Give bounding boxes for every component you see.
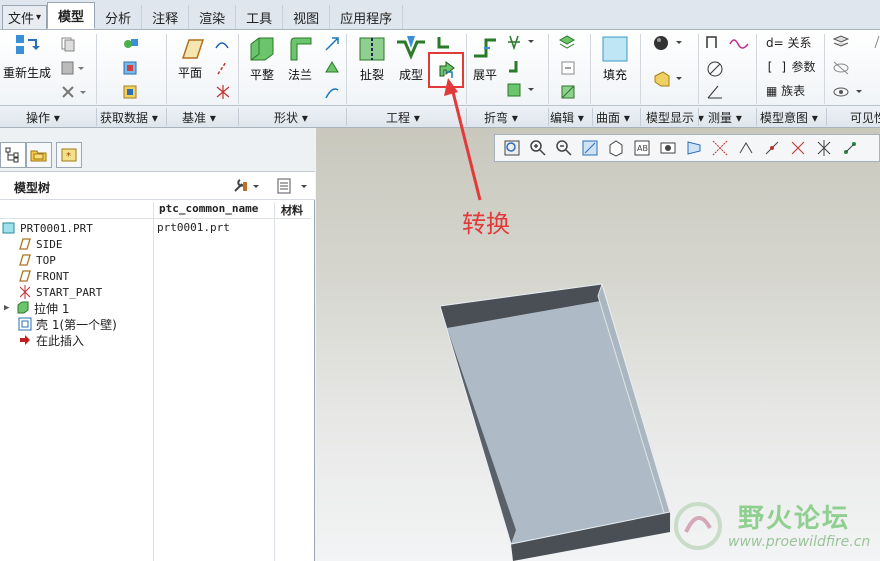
annotation-arrow <box>444 78 482 201</box>
annotation-label: 转换 <box>462 210 510 238</box>
watermark-url: www.proewildfire.cn <box>728 534 871 550</box>
watermark-title: 野火论坛 <box>738 504 851 534</box>
watermark: 野火论坛 www.proewildfire.cn <box>668 494 880 556</box>
watermark-logo-icon <box>674 502 722 550</box>
